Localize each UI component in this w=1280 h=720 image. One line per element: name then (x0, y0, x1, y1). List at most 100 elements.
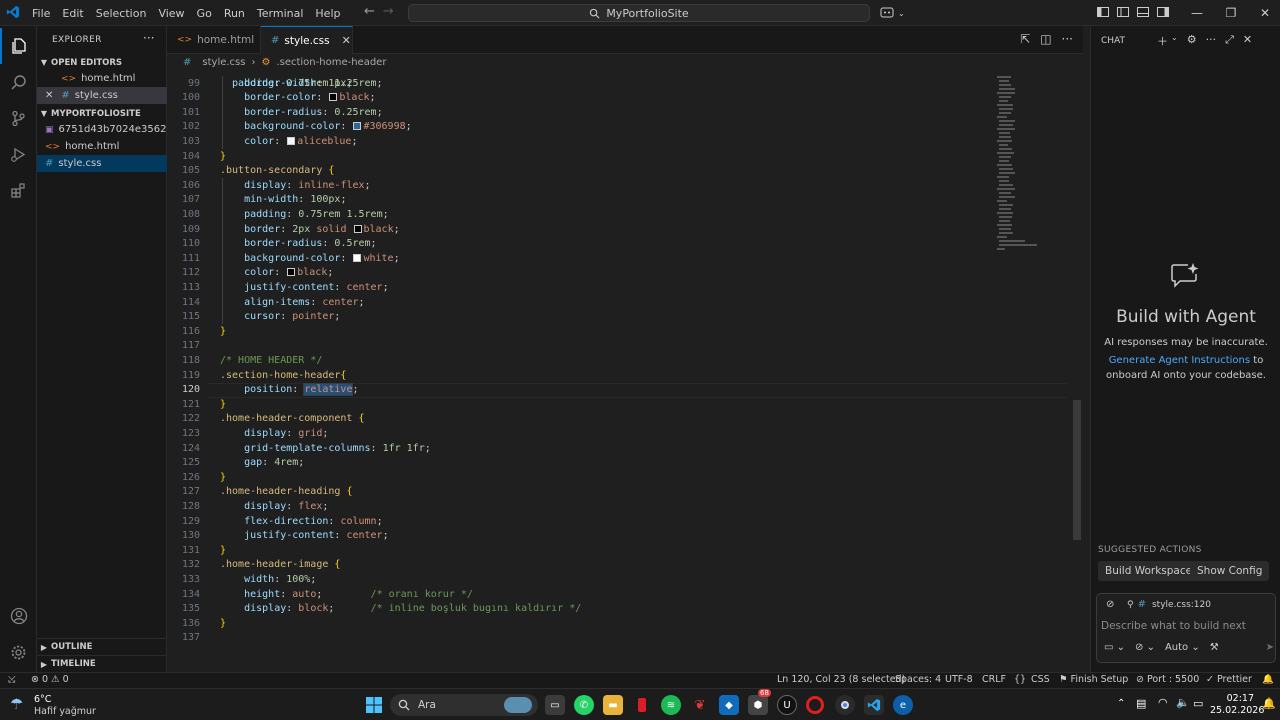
explorer-icon[interactable] (0, 28, 37, 64)
extensions-icon[interactable] (0, 172, 37, 208)
attach-icon[interactable]: ⊘ (1106, 599, 1114, 610)
menu-go[interactable]: Go (191, 7, 218, 20)
close-icon[interactable]: ✕ (1243, 33, 1252, 49)
model-picker[interactable]: Auto ⌄ (1165, 642, 1200, 653)
settings-gear-icon[interactable] (0, 634, 37, 670)
vscode-taskbar-icon[interactable] (864, 695, 884, 715)
breadcrumb-symbol[interactable]: .section-home-header (276, 57, 386, 68)
cursor-position[interactable]: Ln 120, Col 23 (8 selected) (777, 674, 905, 685)
problems-indicator[interactable]: ⊗ 0 ⚠ 0 (31, 674, 69, 685)
open-editors-section[interactable]: ▼ OPEN EDITORS (37, 54, 167, 71)
app-red-icon[interactable] (632, 695, 652, 715)
toggle-sidebar-icon[interactable] (1116, 5, 1130, 19)
show-hidden-icons-icon[interactable]: ⌃ (1117, 698, 1125, 709)
run-debug-icon[interactable] (0, 136, 37, 172)
tools-icon[interactable]: ⊘ ⌄ (1135, 642, 1155, 653)
chrome-icon[interactable] (835, 695, 855, 715)
toggle-panel-icon[interactable] (1136, 5, 1150, 19)
more-actions-icon[interactable]: ··· (143, 31, 154, 45)
agent-mode-icon[interactable]: ▭ ⌄ (1104, 642, 1125, 653)
file-item[interactable]: <> home.html (37, 138, 167, 155)
outline-section[interactable]: ▶ OUTLINE (37, 638, 167, 655)
new-chat-icon[interactable]: ＋ (1157, 33, 1168, 49)
office-icon[interactable]: ◆ (719, 695, 739, 715)
file-item[interactable]: ▣ 6751d43b7024e35626... (37, 121, 167, 138)
show-config-button[interactable]: Show Config (1190, 561, 1270, 581)
source-control-icon[interactable] (0, 100, 37, 136)
menu-view[interactable]: View (152, 7, 190, 20)
line-ending[interactable]: CRLF (982, 674, 1006, 685)
wifi-icon[interactable]: ◠ (1158, 696, 1168, 709)
remote-indicator-icon[interactable]: ⤩ (8, 674, 16, 685)
edge-icon[interactable]: e (893, 695, 913, 715)
timeline-section[interactable]: ▶ TIMELINE (37, 655, 167, 672)
build-workspace-button[interactable]: Build Workspace (1098, 561, 1200, 581)
minimap[interactable] (995, 72, 1040, 252)
configure-tools-icon[interactable]: ⚒ (1210, 642, 1219, 653)
minimize-icon[interactable]: — (1180, 0, 1214, 26)
system-clock[interactable]: 02:17 25.02.2026 (1210, 693, 1264, 717)
project-folder-section[interactable]: ▼ MYPORTFOLIOSITE (37, 105, 167, 122)
task-view-icon[interactable]: ▭ (545, 695, 565, 715)
menu-selection[interactable]: Selection (90, 7, 153, 20)
more-actions-icon[interactable]: ··· (1206, 33, 1217, 49)
generate-instructions-link[interactable]: Generate Agent Instructions (1109, 355, 1250, 366)
start-menu-icon[interactable] (364, 695, 384, 715)
code-line: 117 (181, 340, 200, 352)
breadcrumb-file[interactable]: style.css (202, 57, 245, 68)
opera-icon[interactable] (806, 696, 824, 714)
code-editor[interactable]: padding: 0.75rem 1.25rem; 99 border-widt… (167, 70, 1083, 672)
maximize-icon[interactable]: ⤢ (1225, 33, 1234, 49)
close-icon[interactable]: ✕ (1248, 0, 1280, 26)
prettier-status[interactable]: ✓ Prettier (1206, 674, 1252, 685)
menu-edit[interactable]: Edit (56, 7, 89, 20)
file-item-selected[interactable]: # style.css (37, 155, 167, 172)
account-icon[interactable] (0, 598, 37, 634)
send-icon[interactable]: ➤ (1266, 642, 1274, 653)
settings-gear-icon[interactable]: ⚙ (1187, 33, 1197, 49)
file-explorer-icon[interactable]: ▬ (603, 695, 623, 715)
split-editor-icon[interactable]: ◫ (1040, 32, 1051, 46)
notifications-icon[interactable]: 🔔 (1262, 674, 1274, 685)
live-server-port[interactable]: ⊘ Port : 5500 (1136, 674, 1199, 685)
menu-terminal[interactable]: Terminal (251, 7, 310, 20)
open-editor-item[interactable]: <> home.html (37, 70, 167, 87)
finish-setup-button[interactable]: ⚑ Finish Setup (1059, 674, 1128, 685)
network-icon[interactable]: ▤ (1136, 697, 1146, 710)
back-arrow-icon[interactable]: ← (364, 4, 375, 19)
taskbar-search[interactable]: Ara (390, 694, 538, 716)
close-tab-icon[interactable]: ✕ (342, 34, 351, 47)
whatsapp-icon[interactable]: ✆ (574, 695, 594, 715)
volume-icon[interactable]: 🔈 (1176, 696, 1190, 709)
game-app-icon[interactable]: ⬢ 68 (748, 689, 771, 715)
tab-style-css[interactable]: # style.css ✕ (261, 26, 353, 54)
more-actions-icon[interactable]: ··· (1062, 32, 1073, 46)
toggle-secondary-sidebar-icon[interactable] (1156, 5, 1170, 19)
open-preview-icon[interactable]: ⇱ (1020, 32, 1030, 46)
notification-center-icon[interactable]: 🔔 (1262, 697, 1276, 710)
search-icon[interactable] (0, 64, 37, 100)
vertical-scrollbar[interactable] (1073, 400, 1081, 540)
menu-run[interactable]: Run (218, 7, 251, 20)
tab-home-html[interactable]: <> home.html (167, 26, 261, 54)
forward-arrow-icon[interactable]: → (383, 4, 394, 19)
language-mode[interactable]: CSS (1031, 674, 1050, 685)
context-chip[interactable]: ⚲ # style.css:120 (1127, 599, 1211, 610)
braces-icon[interactable]: {} (1014, 674, 1026, 685)
epic-games-icon[interactable]: U (777, 695, 797, 715)
toggle-primary-sidebar-icon[interactable] (1096, 5, 1110, 19)
battery-icon[interactable]: ▭ (1193, 697, 1203, 710)
restore-icon[interactable]: ❐ (1214, 0, 1248, 26)
spotify-icon[interactable]: ≋ (661, 695, 681, 715)
copilot-button[interactable]: ⌄ (880, 4, 916, 22)
chat-input-box[interactable]: ⊘ ⚲ # style.css:120 Describe what to bui… (1096, 593, 1276, 663)
menu-file[interactable]: File (26, 7, 56, 20)
close-editor-icon[interactable]: ✕ (45, 90, 53, 101)
menu-help[interactable]: Help (309, 7, 346, 20)
chevron-down-icon[interactable]: ⌄ (1171, 33, 1178, 49)
encoding[interactable]: UTF-8 (945, 674, 973, 685)
app-cherry-icon[interactable]: ❦ (690, 695, 710, 715)
open-editor-item-active[interactable]: ✕ # style.css (37, 87, 167, 104)
indentation[interactable]: Spaces: 4 (895, 674, 941, 685)
command-center-search[interactable]: MyPortfolioSite (408, 4, 870, 22)
